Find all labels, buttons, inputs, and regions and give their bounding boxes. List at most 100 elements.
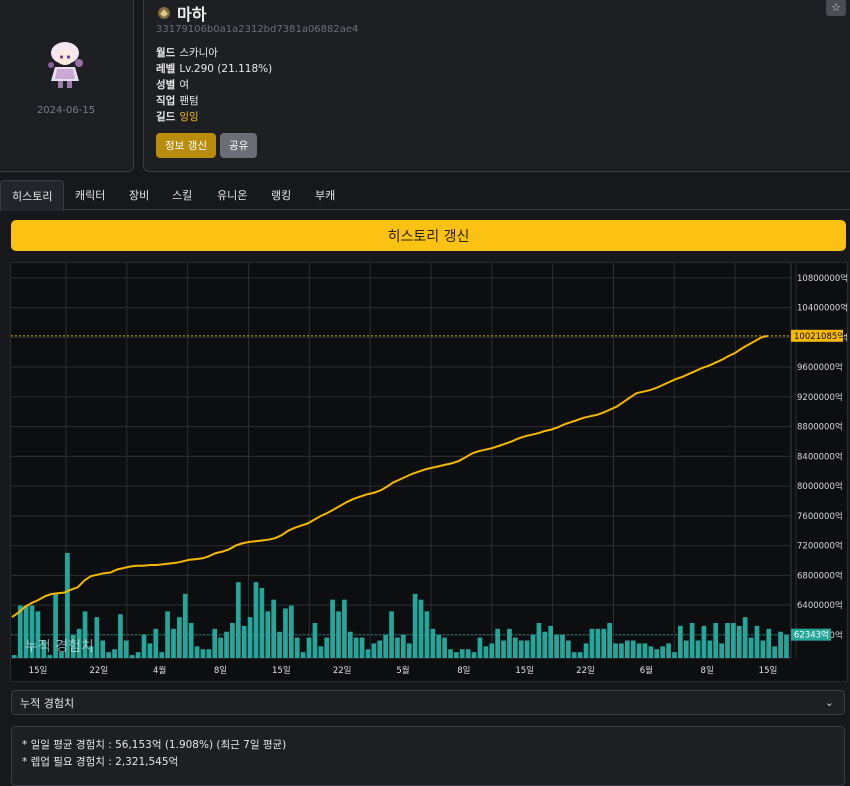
exp-bar: [383, 634, 389, 658]
exp-bar: [707, 640, 713, 658]
x-tick-label: 8일: [701, 666, 714, 676]
character-avatar-card: 2024-06-15: [0, 0, 134, 172]
y-tick-label: 10400000억: [797, 303, 847, 314]
job-value: 팬텀: [179, 95, 199, 107]
tab-skill[interactable]: 스킬: [161, 180, 203, 209]
level-value: Lv.290 (21.118%): [179, 63, 273, 75]
chart-overlay-label: 누적 경험치: [25, 639, 94, 655]
exp-bar: [518, 640, 524, 658]
exp-bar: [247, 617, 253, 658]
exp-bar: [536, 623, 542, 658]
y-tick-label: 6400000억: [797, 600, 843, 611]
tab-equipment[interactable]: 장비: [118, 180, 160, 209]
exp-bar: [371, 643, 377, 658]
exp-bar: [459, 649, 465, 658]
exp-bar: [283, 608, 288, 658]
exp-bar: [118, 614, 123, 658]
exp-bar: [725, 623, 730, 658]
tab-history[interactable]: 히스토리: [0, 180, 65, 211]
tab-sub-characters[interactable]: 부캐: [304, 180, 346, 209]
exp-bar: [524, 640, 530, 658]
exp-bar: [731, 623, 736, 658]
exp-bar: [754, 625, 760, 658]
exp-bar: [365, 649, 371, 658]
world-icon: [158, 7, 170, 19]
character-info-card: 마하 33179106b0a1a2312bd7381a06882ae4 월드 스카…: [143, 0, 850, 172]
exp-bar: [495, 628, 500, 658]
exp-bar: [554, 634, 559, 658]
tab-union[interactable]: 유니온: [206, 180, 258, 209]
exp-bar: [542, 631, 548, 658]
profile-actions: 정보 갱신 공유: [156, 133, 258, 158]
exp-bar: [571, 652, 577, 658]
exp-bar: [701, 625, 707, 658]
exp-bar: [318, 646, 324, 658]
exp-bar: [406, 643, 412, 658]
tab-ranking[interactable]: 랭킹: [260, 180, 302, 209]
tab-character[interactable]: 캐릭터: [64, 180, 116, 209]
levelup-needed-stat: * 렙업 필요 경험치 : 2,321,545억: [22, 756, 179, 768]
tab-bar: 히스토리 캐릭터 장비 스킬 유니온 랭킹 부캐: [0, 180, 850, 211]
exp-bar: [259, 588, 265, 658]
level-row: 레벨 Lv.290 (21.118%): [156, 61, 272, 77]
character-date: 2024-06-15: [36, 105, 96, 116]
x-tick-label: 15일: [272, 666, 291, 676]
exp-bar: [683, 640, 689, 658]
last-bar-label: 62343억: [794, 630, 829, 641]
exp-bar: [654, 649, 660, 658]
y-tick-label: 9200000억: [797, 392, 843, 403]
exp-bar: [766, 628, 772, 658]
job-row: 직업 팬텀: [156, 93, 272, 109]
exp-bar: [672, 652, 677, 658]
exp-bar: [141, 634, 147, 658]
exp-bar: [778, 631, 783, 658]
x-tick-label: 22일: [333, 666, 352, 676]
exp-bar: [94, 617, 100, 658]
exp-bar: [477, 637, 483, 658]
chevron-down-icon: ⌄: [824, 696, 834, 709]
exp-bar: [129, 655, 135, 658]
exp-bar: [507, 628, 512, 658]
exp-bar: [188, 623, 194, 658]
exp-bar: [442, 637, 447, 658]
exp-bar: [713, 623, 719, 658]
world-value: 스카니아: [179, 47, 218, 59]
exp-bar: [271, 599, 277, 658]
favorite-button[interactable]: ☆: [826, 0, 846, 16]
history-chart[interactable]: 6000000억6400000억6800000억7200000억7600000억…: [10, 262, 848, 682]
y-tick-label: 7200000억: [797, 541, 843, 552]
x-tick-label: 15일: [759, 666, 778, 676]
exp-bar: [719, 643, 724, 658]
chart-type-selected: 누적 경험치: [20, 696, 75, 710]
guild-link[interactable]: 잉잉: [179, 111, 198, 123]
exp-bar: [501, 640, 506, 658]
exp-bar: [342, 599, 347, 658]
exp-bar: [648, 646, 654, 658]
exp-bar: [607, 623, 612, 658]
star-icon: ☆: [831, 1, 841, 14]
exp-bar: [377, 640, 383, 658]
daily-average-stat: * 일일 평균 경험치 : 56,153억 (1.908%) (최근 7일 평균…: [22, 739, 287, 751]
exp-bar: [253, 582, 259, 658]
exp-bar: [159, 652, 165, 658]
x-tick-label: 22일: [576, 666, 595, 676]
level-label: 레벨: [156, 63, 176, 75]
exp-bar: [289, 605, 294, 658]
exp-bar: [212, 628, 218, 658]
experience-stats: * 일일 평균 경험치 : 56,153억 (1.908%) (최근 7일 평균…: [11, 726, 845, 786]
exp-bar: [760, 640, 766, 658]
exp-bar: [12, 655, 17, 658]
guild-row: 길드 잉잉: [156, 109, 272, 125]
update-info-button[interactable]: 정보 갱신: [156, 133, 216, 158]
exp-bar: [177, 617, 182, 658]
share-button[interactable]: 공유: [219, 133, 258, 158]
exp-bar: [689, 623, 695, 658]
history-refresh-button[interactable]: 히스토리 갱신: [11, 220, 846, 251]
chart-type-select[interactable]: 누적 경험치 ⌄: [11, 690, 845, 715]
exp-bar: [430, 628, 436, 658]
x-tick-label: 15일: [515, 666, 534, 676]
x-tick-label: 8일: [457, 666, 470, 676]
exp-bar: [613, 643, 618, 658]
exp-bar: [294, 637, 300, 658]
exp-bar: [312, 623, 318, 658]
